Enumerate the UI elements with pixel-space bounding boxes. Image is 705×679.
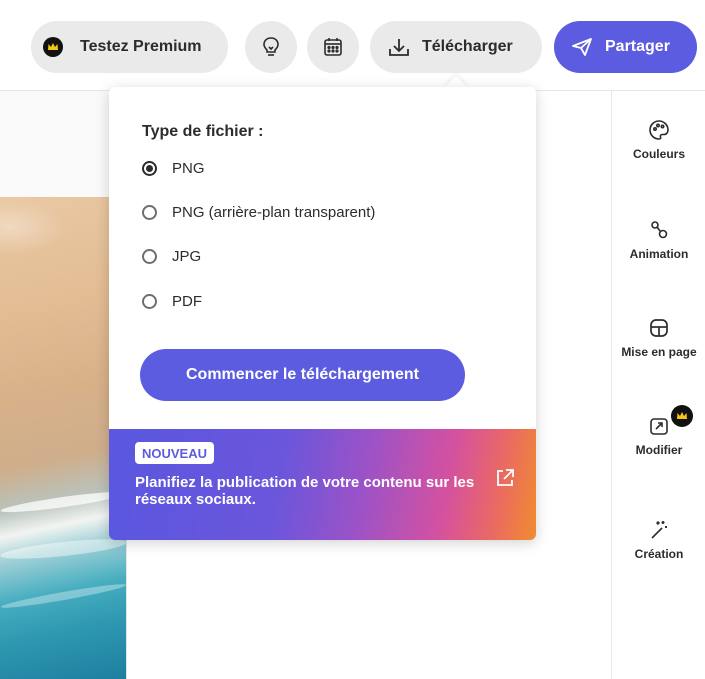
option-png[interactable]: PNG — [142, 160, 205, 177]
schedule-button[interactable] — [307, 21, 359, 73]
radio-png-transparent[interactable] — [142, 205, 157, 220]
option-png-transparent[interactable]: PNG (arrière-plan transparent) — [142, 204, 375, 221]
rail-label-modify: Modifier — [635, 443, 683, 457]
calendar-icon — [323, 37, 343, 57]
radio-jpg[interactable] — [142, 249, 157, 264]
option-jpg[interactable]: JPG — [142, 248, 201, 265]
rail-item-animation[interactable]: Animation — [612, 219, 705, 261]
radio-png[interactable] — [142, 161, 157, 176]
lightbulb-icon — [261, 36, 281, 58]
file-type-title: Type de fichier : — [142, 123, 264, 140]
rail-item-layout[interactable]: Mise en page — [612, 317, 705, 359]
layout-icon — [612, 317, 705, 339]
option-pdf-label: PDF — [172, 293, 202, 310]
right-tool-rail: Couleurs Animation Mise en page Modifier… — [611, 91, 705, 679]
option-jpg-label: JPG — [172, 248, 202, 265]
premium-crown-icon — [671, 405, 693, 427]
top-toolbar: Testez Premium Télécharger Partager — [0, 0, 705, 91]
rail-item-colors[interactable]: Couleurs — [612, 119, 705, 161]
start-download-button[interactable]: Commencer le téléchargement — [140, 349, 465, 401]
download-icon — [388, 37, 410, 57]
rail-label-colors: Couleurs — [632, 147, 685, 161]
rail-item-creation[interactable]: Création — [612, 519, 705, 561]
option-pdf[interactable]: PDF — [142, 293, 202, 310]
try-premium-label: Testez Premium — [80, 38, 202, 55]
external-link-icon[interactable] — [494, 467, 516, 489]
new-badge: NOUVEAU — [135, 442, 215, 464]
palette-icon — [612, 119, 705, 141]
rail-label-layout: Mise en page — [621, 345, 697, 359]
rail-label-creation: Création — [634, 547, 684, 561]
rail-label-animation: Animation — [629, 247, 689, 261]
crown-icon — [43, 37, 63, 57]
promo-text: Planifiez la publication de votre conten… — [135, 474, 475, 508]
download-button[interactable]: Télécharger — [370, 21, 542, 73]
download-popover: Type de fichier : PNG PNG (arrière-plan … — [109, 87, 536, 540]
animation-icon — [612, 219, 705, 241]
download-label: Télécharger — [422, 38, 513, 55]
radio-pdf[interactable] — [142, 294, 157, 309]
magic-wand-icon — [612, 519, 705, 541]
option-png-transparent-label: PNG (arrière-plan transparent) — [172, 204, 376, 221]
lightbulb-button[interactable] — [245, 21, 297, 73]
rail-item-modify[interactable]: Modifier — [612, 405, 705, 457]
beach-image — [0, 197, 126, 679]
share-label: Partager — [605, 38, 670, 55]
try-premium-button[interactable]: Testez Premium — [31, 21, 228, 73]
send-icon — [571, 37, 593, 57]
design-canvas[interactable] — [0, 91, 127, 679]
option-png-label: PNG — [172, 160, 205, 177]
schedule-promo-banner[interactable]: NOUVEAU Planifiez la publication de votr… — [109, 429, 536, 540]
resize-icon — [648, 415, 670, 437]
share-button[interactable]: Partager — [554, 21, 697, 73]
